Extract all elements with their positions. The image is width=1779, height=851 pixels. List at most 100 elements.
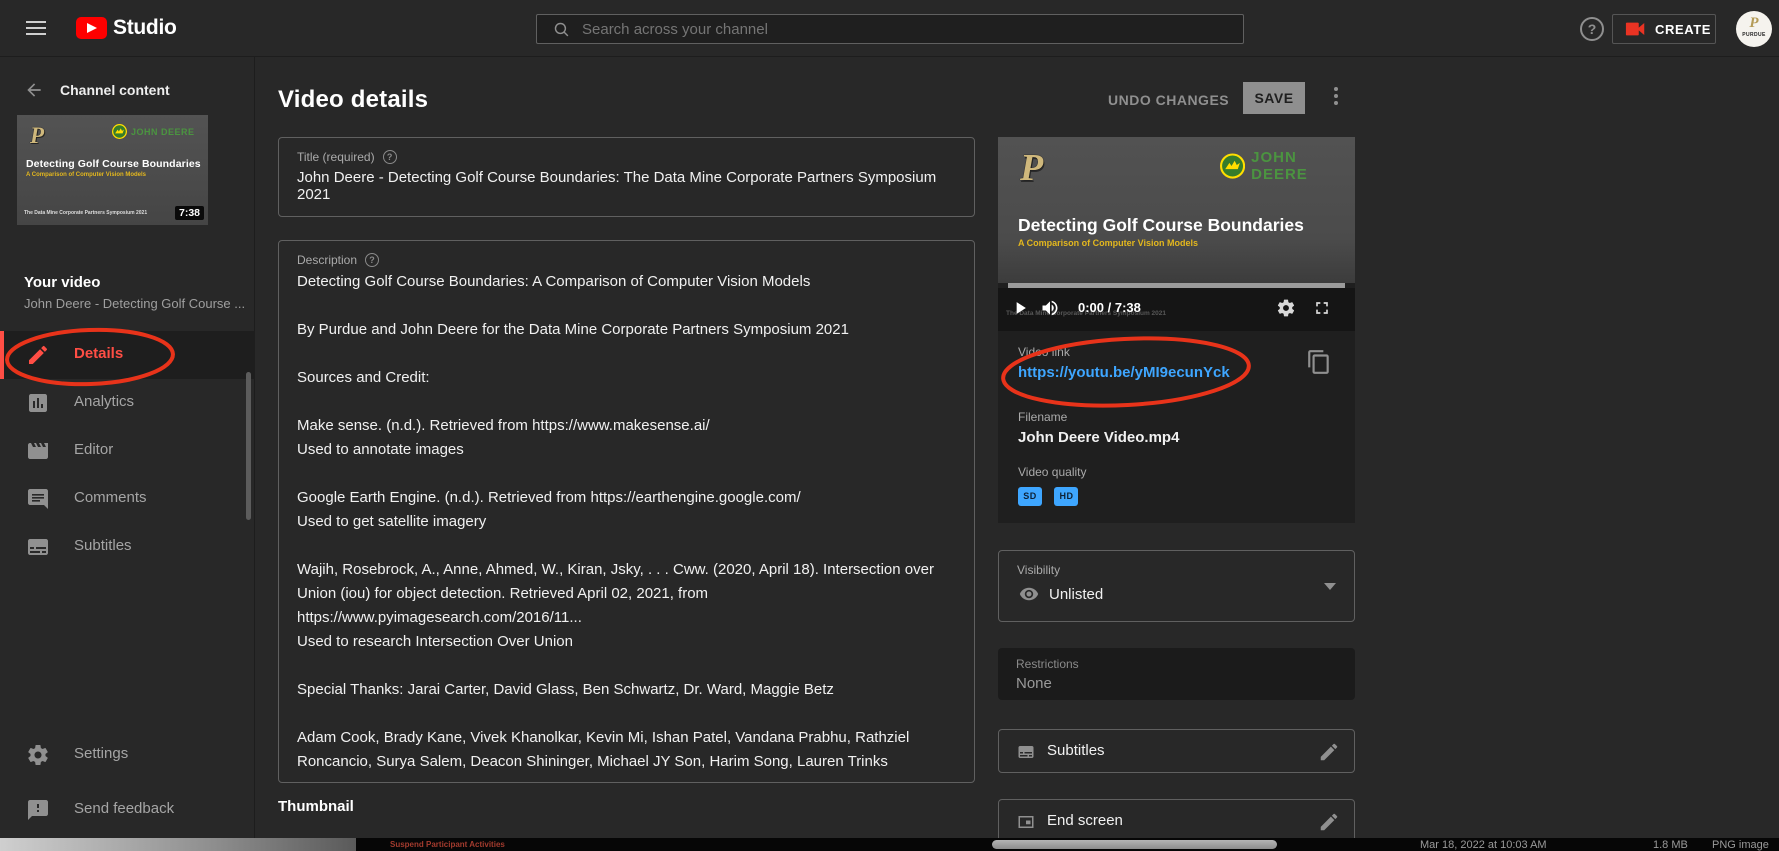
end-screen-icon bbox=[1015, 813, 1037, 831]
thumb-title: Detecting Golf Course Boundaries bbox=[26, 158, 204, 170]
background-window-strip: Suspend Participant Activities Mar 18, 2… bbox=[0, 838, 1779, 851]
sidebar-item-editor[interactable]: Editor bbox=[0, 427, 255, 475]
edit-subtitles-icon[interactable] bbox=[1318, 741, 1340, 763]
preview-subtitle: A Comparison of Computer Vision Models bbox=[1018, 238, 1198, 248]
purdue-logo: P bbox=[30, 123, 44, 149]
end-screen-card[interactable]: End screen bbox=[998, 799, 1355, 838]
create-button[interactable]: CREATE bbox=[1612, 14, 1716, 44]
sd-badge: SD bbox=[1018, 487, 1042, 506]
sidebar-item-details[interactable]: Details bbox=[0, 331, 255, 379]
search-icon bbox=[553, 21, 570, 38]
feedback-icon bbox=[26, 798, 50, 822]
studio-brand[interactable]: Studio bbox=[113, 16, 177, 40]
account-avatar[interactable]: P PURDUE bbox=[1736, 11, 1772, 47]
chevron-down-icon[interactable] bbox=[1324, 583, 1336, 590]
screen: Studio ? CREATE P PURDUE Channel content bbox=[0, 0, 1779, 851]
search-input[interactable] bbox=[582, 21, 1202, 38]
hd-badge: HD bbox=[1054, 487, 1078, 506]
file-date: Mar 18, 2022 at 10:03 AM bbox=[1420, 839, 1547, 851]
video-preview-card: P JOHN DEERE Detecting Golf Course Bound… bbox=[998, 137, 1355, 523]
title-help-icon[interactable]: ? bbox=[383, 150, 397, 164]
camcorder-icon bbox=[1625, 21, 1647, 37]
sidebar: Channel content P JOHN DEERE Detecting G… bbox=[0, 57, 255, 838]
subtitles-card-label: Subtitles bbox=[1047, 742, 1105, 759]
player-settings-icon[interactable] bbox=[1276, 298, 1296, 318]
filename-value: John Deere Video.mp4 bbox=[1018, 429, 1179, 446]
visibility-card[interactable]: Visibility Unlisted bbox=[998, 550, 1355, 622]
video-link-label: Video link bbox=[1018, 345, 1070, 359]
sidebar-item-subtitles[interactable]: Subtitles bbox=[0, 523, 255, 571]
sidebar-item-analytics[interactable]: Analytics bbox=[0, 379, 255, 427]
file-size: 1.8 MB bbox=[1653, 839, 1688, 851]
comments-icon bbox=[26, 487, 50, 511]
avatar-caption: PURDUE bbox=[1736, 32, 1772, 38]
youtube-studio-window: Studio ? CREATE P PURDUE Channel content bbox=[0, 0, 1779, 838]
copy-icon[interactable] bbox=[1306, 349, 1332, 375]
player-time: 0:00 / 7:38 bbox=[1078, 300, 1141, 315]
save-button[interactable]: SAVE bbox=[1243, 82, 1305, 114]
hamburger-menu-icon[interactable] bbox=[26, 21, 46, 35]
subtitles-card[interactable]: Subtitles bbox=[998, 729, 1355, 773]
end-screen-card-label: End screen bbox=[1047, 812, 1123, 829]
avatar-purdue-letter: P bbox=[1736, 15, 1772, 32]
sidebar-video-title: John Deere - Detecting Golf Course ... bbox=[24, 296, 245, 311]
title-field-value[interactable]: John Deere - Detecting Golf Course Bound… bbox=[297, 169, 958, 203]
more-options-icon[interactable] bbox=[1326, 84, 1346, 112]
restrictions-label: Restrictions bbox=[1016, 657, 1079, 671]
title-field[interactable]: Title (required)? John Deere - Detecting… bbox=[278, 137, 975, 217]
thumb-subtitle: A Comparison of Computer Vision Models bbox=[26, 172, 146, 178]
volume-icon[interactable] bbox=[1040, 298, 1060, 318]
subtitles-icon bbox=[1015, 743, 1037, 761]
youtube-logo-icon[interactable] bbox=[76, 17, 107, 39]
background-window-edge bbox=[0, 838, 356, 851]
description-field[interactable]: Description? Detecting Golf Course Bound… bbox=[278, 240, 975, 783]
duration-badge: 7:38 bbox=[175, 206, 204, 220]
sidebar-section-title: Your video bbox=[24, 274, 100, 291]
create-label: CREATE bbox=[1655, 22, 1711, 37]
filename-label: Filename bbox=[1018, 410, 1067, 424]
thumb-caption: The Data Mine Corporate Partners Symposi… bbox=[24, 210, 147, 216]
eye-icon bbox=[1017, 584, 1041, 604]
fullscreen-icon[interactable] bbox=[1312, 298, 1332, 318]
title-field-label: Title (required) bbox=[297, 150, 375, 164]
video-quality-label: Video quality bbox=[1018, 465, 1087, 479]
john-deere-logo-icon bbox=[112, 124, 127, 139]
file-kind: PNG image bbox=[1712, 839, 1769, 851]
sidebar-item-comments[interactable]: Comments bbox=[0, 475, 255, 523]
page-title: Video details bbox=[278, 86, 428, 114]
visibility-value: Unlisted bbox=[1049, 586, 1103, 603]
john-deere-wordmark: JOHN DEERE bbox=[1251, 149, 1355, 183]
background-scrollbar[interactable] bbox=[992, 840, 1277, 849]
john-deere-logo-icon bbox=[1220, 153, 1245, 179]
player-controls: The Data Mine Corporate Partners Symposi… bbox=[998, 288, 1355, 331]
back-arrow-icon[interactable] bbox=[24, 80, 44, 100]
sidebar-item-settings[interactable]: Settings bbox=[0, 731, 255, 779]
analytics-icon bbox=[26, 391, 50, 415]
john-deere-wordmark: JOHN DEERE bbox=[131, 127, 195, 137]
thumbnail-section-title: Thumbnail bbox=[278, 798, 354, 815]
sidebar-scrollbar[interactable] bbox=[246, 372, 251, 520]
sidebar-item-send-feedback[interactable]: Send feedback bbox=[0, 786, 255, 834]
breadcrumb[interactable]: Channel content bbox=[60, 82, 170, 98]
edit-end-screen-icon[interactable] bbox=[1318, 811, 1340, 833]
restrictions-value: None bbox=[1016, 675, 1052, 692]
description-field-label: Description bbox=[297, 253, 357, 267]
description-help-icon[interactable]: ? bbox=[365, 253, 379, 267]
undo-changes-button[interactable]: UNDO CHANGES bbox=[1108, 92, 1229, 108]
help-icon[interactable]: ? bbox=[1580, 17, 1604, 41]
top-bar: Studio ? CREATE P PURDUE bbox=[0, 0, 1779, 57]
play-icon[interactable] bbox=[1010, 298, 1030, 318]
video-info-panel: Video link https://youtu.be/yMI9ecunYck … bbox=[998, 331, 1355, 523]
preview-title: Detecting Golf Course Boundaries bbox=[1018, 215, 1304, 236]
video-frame[interactable]: P JOHN DEERE Detecting Golf Course Bound… bbox=[998, 137, 1355, 283]
pencil-icon bbox=[26, 343, 50, 367]
background-window-text: Suspend Participant Activities bbox=[390, 840, 505, 849]
visibility-label: Visibility bbox=[1017, 563, 1060, 577]
subtitles-icon bbox=[26, 535, 50, 559]
channel-search[interactable] bbox=[536, 14, 1244, 44]
video-thumbnail: P JOHN DEERE Detecting Golf Course Bound… bbox=[17, 115, 208, 225]
gear-icon bbox=[26, 743, 50, 767]
description-field-value[interactable]: Detecting Golf Course Boundaries: A Comp… bbox=[297, 270, 958, 774]
purdue-logo: P bbox=[1020, 146, 1043, 190]
video-link[interactable]: https://youtu.be/yMI9ecunYck bbox=[1018, 364, 1230, 381]
